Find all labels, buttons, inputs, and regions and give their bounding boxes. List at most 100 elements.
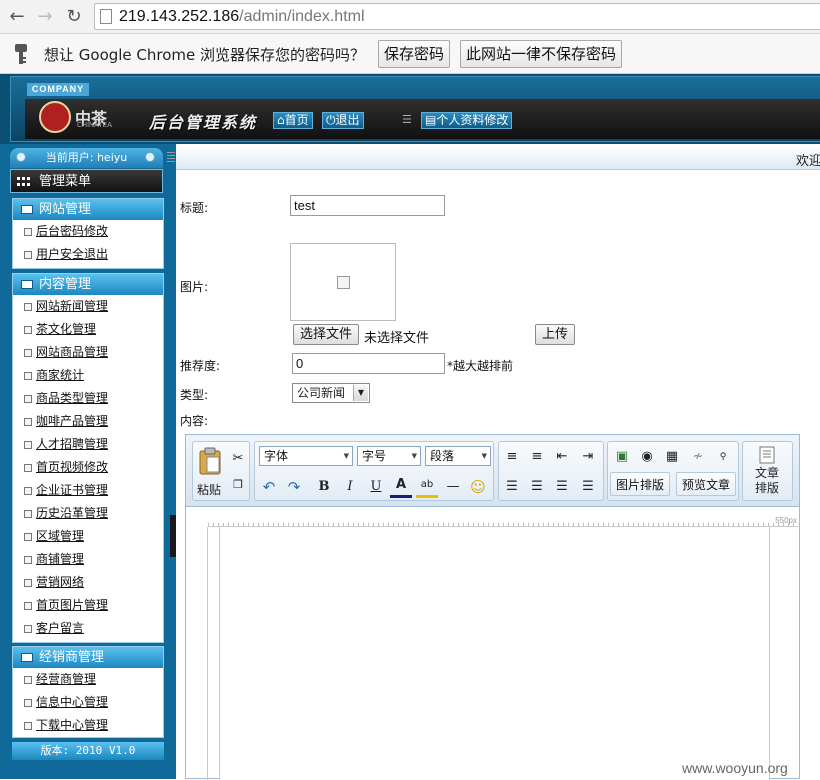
align-right-icon[interactable]: ☰ — [551, 476, 573, 498]
insert-group: ▣ ◉ ▦ ≁ ⚲ 图片排版 预览文章 — [607, 441, 739, 501]
logout-button[interactable]: ⏻退出 — [322, 112, 364, 129]
align-left-icon[interactable]: ☰ — [501, 476, 523, 498]
article-layout-label-2: 排版 — [755, 481, 780, 495]
reload-icon[interactable]: ↻ — [63, 6, 85, 28]
sidebar-item-label: 区域管理 — [36, 529, 85, 543]
cut-icon[interactable]: ✂ — [227, 448, 249, 470]
flash-icon[interactable]: ⚲ — [712, 446, 734, 468]
logout-label: 退出 — [335, 113, 360, 127]
sidebar-item-label: 营销网络 — [36, 575, 85, 589]
home-button[interactable]: ⌂首页 — [273, 112, 313, 129]
attachment-icon[interactable]: ≁ — [687, 446, 709, 468]
sidebar-item-download-center[interactable]: 下载中心管理 — [13, 714, 163, 737]
font-color-icon[interactable]: A — [390, 476, 412, 498]
sidebar-item-label: 历史沿革管理 — [36, 506, 109, 520]
copy-icon[interactable]: ❐ — [227, 474, 249, 496]
smiley-icon[interactable]: ☺ — [467, 476, 489, 498]
sidebar-item-home-video[interactable]: 首页视频修改 — [13, 456, 163, 479]
sidebar-item-news[interactable]: 网站新闻管理 — [13, 295, 163, 318]
sidebar-item-coffee[interactable]: 咖啡产品管理 — [13, 410, 163, 433]
group-header[interactable]: 网站管理 — [13, 199, 163, 220]
align-center-icon[interactable]: ☰ — [526, 476, 548, 498]
sidebar-item-dealers[interactable]: 经营商管理 — [13, 668, 163, 691]
sidebar-item-product-types[interactable]: 商品类型管理 — [13, 387, 163, 410]
sidebar-item-marketing[interactable]: 营销网络 — [13, 571, 163, 594]
address-bar[interactable]: 219.143.252.186/admin/index.html — [94, 3, 820, 30]
ordered-list-icon[interactable]: ≡ — [501, 446, 523, 468]
forward-arrow-icon[interactable]: → — [34, 6, 56, 28]
sidebar-collapse-handle[interactable] — [170, 515, 176, 557]
font-size-label: 字号 — [362, 449, 387, 463]
sidebar-item-shops[interactable]: 商铺管理 — [13, 548, 163, 571]
align-justify-icon[interactable]: ☰ — [577, 476, 599, 498]
paste-button[interactable]: 粘贴 — [195, 445, 225, 497]
highlight-icon[interactable]: ab — [416, 476, 438, 498]
media-icon[interactable]: ◉ — [636, 446, 658, 468]
document-icon — [759, 446, 775, 464]
table-icon[interactable]: ▦ — [661, 446, 683, 468]
grip-icon — [167, 152, 175, 162]
font-size-select[interactable]: 字号 ▼ — [357, 446, 421, 466]
group-header[interactable]: 经销商管理 — [13, 647, 163, 668]
page-icon — [24, 395, 32, 403]
sidebar-item-messages[interactable]: 客户留言 — [13, 617, 163, 640]
profile-edit-button[interactable]: ▤个人资料修改 — [421, 112, 513, 129]
save-password-button[interactable]: 保存密码 — [378, 40, 450, 68]
article-layout-button[interactable]: 文章 排版 — [742, 441, 793, 501]
sidebar-item-recruitment[interactable]: 人才招聘管理 — [13, 433, 163, 456]
editor-content-area[interactable] — [219, 527, 770, 780]
page-icon — [24, 510, 32, 518]
indent-icon[interactable]: ⇥ — [577, 446, 599, 468]
sidebar-item-info-center[interactable]: 信息中心管理 — [13, 691, 163, 714]
paragraph-select[interactable]: 段落 ▼ — [425, 446, 491, 466]
unordered-list-icon[interactable]: ≡ — [526, 446, 548, 468]
sidebar-item-history[interactable]: 历史沿革管理 — [13, 502, 163, 525]
horizontal-rule-icon[interactable]: — — [442, 476, 464, 498]
sidebar-item-merchant-stats[interactable]: 商家统计 — [13, 364, 163, 387]
sidebar-item-regions[interactable]: 区域管理 — [13, 525, 163, 548]
content-label: 内容: — [180, 414, 209, 428]
upload-button[interactable]: 上传 — [535, 324, 575, 345]
preview-article-button[interactable]: 预览文章 — [676, 472, 736, 496]
sidebar-item-tea-culture[interactable]: 茶文化管理 — [13, 318, 163, 341]
page-icon — [24, 602, 32, 610]
undo-icon[interactable]: ↶ — [258, 476, 280, 498]
watermark: www.wooyun.org — [682, 760, 788, 776]
image-layout-button[interactable]: 图片排版 — [610, 472, 670, 496]
current-user-bar: 当前用户: heiyu — [10, 148, 163, 168]
redo-icon[interactable]: ↷ — [283, 476, 305, 498]
rank-input[interactable]: 0 — [292, 353, 445, 374]
paste-label: 粘贴 — [197, 483, 222, 497]
sidebar-item-safe-logout[interactable]: 用户安全退出 — [13, 243, 163, 266]
table-icon — [21, 280, 33, 289]
sidebar-item-certificates[interactable]: 企业证书管理 — [13, 479, 163, 502]
system-title: 后台管理系统 — [149, 113, 258, 132]
sidebar-item-products[interactable]: 网站商品管理 — [13, 341, 163, 364]
sidebar-item-label: 信息中心管理 — [36, 695, 109, 709]
italic-icon[interactable]: I — [339, 476, 361, 498]
menu-title: 管理菜单 — [39, 174, 92, 189]
never-save-password-button[interactable]: 此网站一律不保存密码 — [460, 40, 622, 68]
sidebar-item-label: 网站商品管理 — [36, 345, 109, 359]
back-arrow-icon[interactable]: ← — [6, 6, 28, 28]
page-icon — [24, 349, 32, 357]
page-icon — [24, 625, 32, 633]
underline-icon[interactable]: U — [365, 476, 387, 498]
image-icon[interactable]: ▣ — [611, 446, 633, 468]
type-select-value: 公司新闻 — [297, 386, 346, 400]
page-icon — [24, 251, 32, 259]
title-input[interactable]: test — [290, 195, 445, 216]
type-select[interactable]: 公司新闻 ▼ — [292, 383, 370, 403]
choose-file-button[interactable]: 选择文件 — [293, 324, 359, 345]
sidebar-item-home-images[interactable]: 首页图片管理 — [13, 594, 163, 617]
sidebar-item-label: 首页视频修改 — [36, 460, 109, 474]
sidebar-item-label: 人才招聘管理 — [36, 437, 109, 451]
sidebar-item-label: 下载中心管理 — [36, 718, 109, 732]
ruler-width-label: 550px — [775, 516, 797, 525]
password-infobar: 想让 Google Chrome 浏览器保存您的密码吗？ 保存密码 此网站一律不… — [0, 34, 820, 74]
bold-icon[interactable]: B — [313, 476, 335, 498]
outdent-icon[interactable]: ⇤ — [551, 446, 573, 468]
group-header[interactable]: 内容管理 — [13, 274, 163, 295]
font-family-select[interactable]: 字体 ▼ — [259, 446, 353, 466]
sidebar-item-change-password[interactable]: 后台密码修改 — [13, 220, 163, 243]
